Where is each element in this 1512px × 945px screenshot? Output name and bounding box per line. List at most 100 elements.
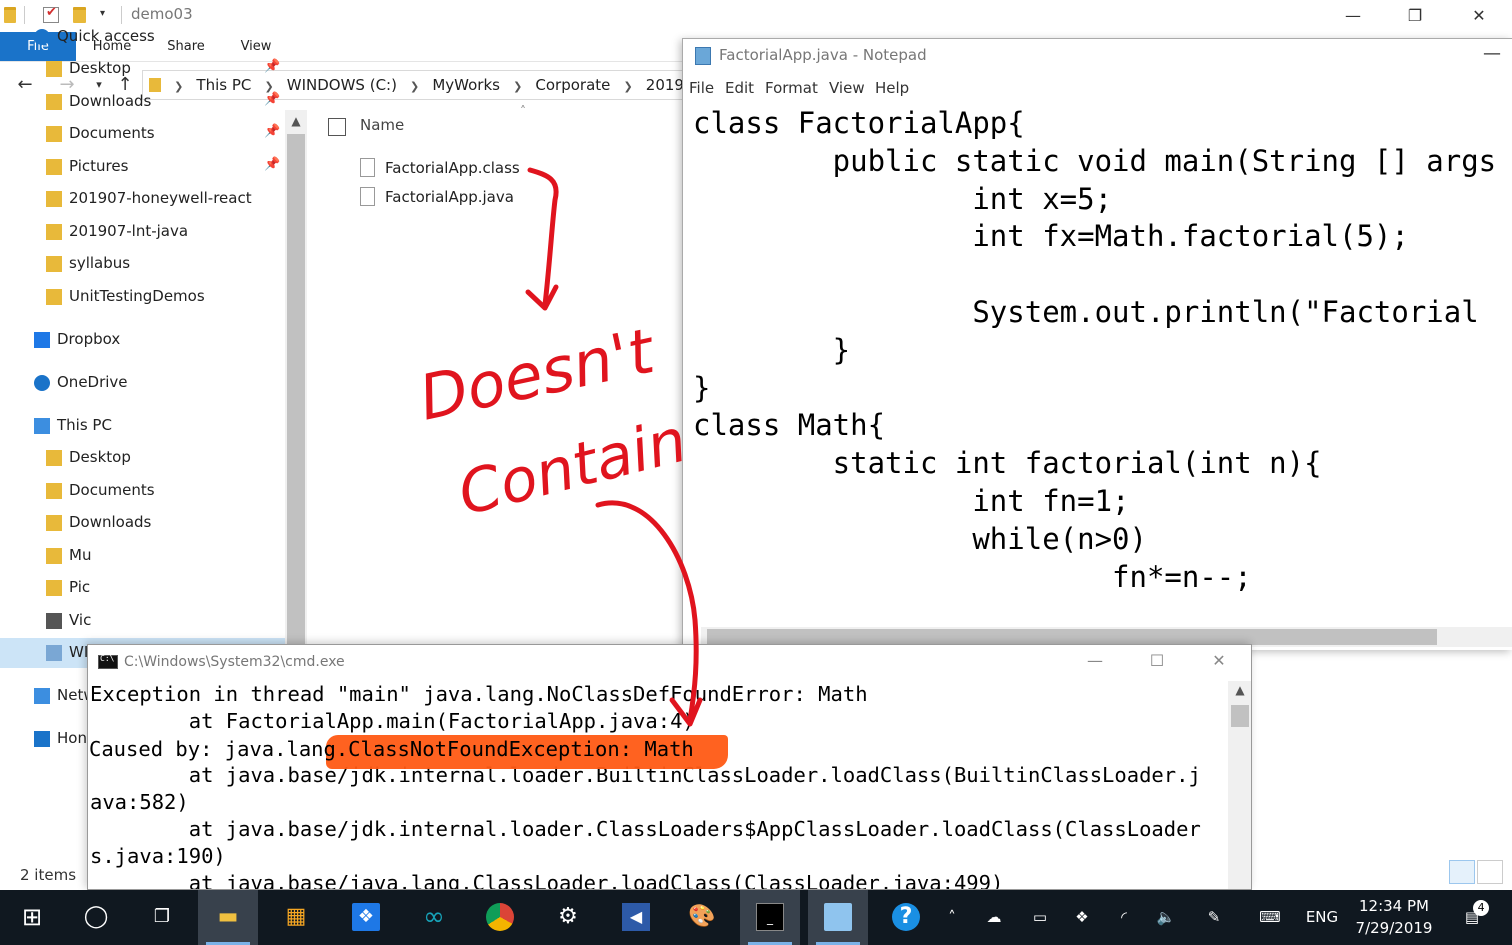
sidebar-item[interactable]: Vic: [0, 606, 285, 636]
breadcrumb-myworks[interactable]: MyWorks: [428, 71, 504, 99]
videos-folder-icon: [46, 613, 62, 629]
pin-icon[interactable]: 📌: [264, 92, 280, 107]
file-explorer-icon[interactable]: ▬: [198, 890, 258, 945]
paint-icon[interactable]: 🎨: [672, 890, 732, 945]
clock-time: 12:34 PM: [1359, 897, 1429, 915]
sidebar-item[interactable]: Documents: [0, 476, 285, 506]
sidebar-item[interactable]: Pictures 📌: [0, 152, 285, 182]
cmd-icon[interactable]: _: [740, 890, 800, 945]
scrollbar-thumb[interactable]: [707, 629, 1437, 645]
arduino-icon[interactable]: ∞: [404, 890, 464, 945]
sidebar-item-label: Quick access: [57, 27, 155, 45]
minimize-button[interactable]: —: [1070, 651, 1120, 675]
sidebar-item[interactable]: UnitTestingDemos: [0, 282, 285, 312]
menu-edit[interactable]: Edit: [725, 79, 754, 97]
wifi-icon[interactable]: ◜: [1110, 890, 1138, 945]
action-center-icon[interactable]: ▤ 4: [1452, 890, 1492, 945]
chevron-right-icon[interactable]: ❯: [619, 73, 636, 99]
notepad-text-area[interactable]: class FactorialApp{ public static void m…: [693, 105, 1512, 625]
minimize-button[interactable]: —: [1330, 2, 1376, 30]
sidebar-item[interactable]: Pic: [0, 573, 285, 603]
visual-studio-icon[interactable]: ◀: [606, 890, 666, 945]
onedrive-error-icon[interactable]: ☁: [980, 890, 1008, 945]
notepad-icon[interactable]: [808, 890, 868, 945]
console-output[interactable]: Exception in thread "main" java.lang.NoC…: [88, 681, 1228, 889]
code-line: int fn=1;: [693, 484, 1130, 518]
code-line: int fx=Math.factorial(5);: [693, 219, 1409, 254]
code-line: while(n>0): [693, 521, 1147, 556]
menu-format[interactable]: Format: [765, 79, 818, 97]
restore-button[interactable]: ❐: [1392, 2, 1438, 30]
sidebar-item-label: syllabus: [69, 254, 131, 272]
help-icon[interactable]: ?: [876, 890, 936, 945]
sidebar-item[interactable]: Desktop: [0, 443, 285, 473]
pen-ink-icon[interactable]: ✎: [1200, 890, 1228, 945]
cmd-title-bar: C:\Windows\System32\cmd.exe — ☐ ✕: [88, 645, 1251, 681]
sidebar-item[interactable]: Dropbox: [0, 325, 285, 355]
code-line: class FactorialApp{: [693, 106, 1025, 140]
dropbox-icon[interactable]: ❖: [336, 890, 396, 945]
scrollbar-thumb[interactable]: [1231, 705, 1249, 727]
battery-icon[interactable]: ▭: [1026, 890, 1054, 945]
chevron-right-icon[interactable]: ❯: [406, 73, 423, 99]
windows-start-icon[interactable]: ⊞: [2, 890, 62, 945]
new-folder-icon[interactable]: [73, 7, 86, 23]
sidebar-item-label: Downloads: [69, 513, 152, 531]
touch-keyboard-icon[interactable]: ⌨: [1252, 890, 1288, 945]
sidebar-item[interactable]: syllabus: [0, 249, 285, 279]
sidebar-item[interactable]: Downloads: [0, 508, 285, 538]
download-folder-icon: [46, 515, 62, 531]
task-view-icon[interactable]: ❐: [132, 890, 192, 945]
vertical-scrollbar[interactable]: ▲: [1228, 681, 1251, 889]
scroll-up-icon[interactable]: ▲: [1228, 683, 1251, 703]
pin-icon[interactable]: 📌: [264, 124, 280, 139]
dropbox-tray-icon[interactable]: ❖: [1068, 890, 1096, 945]
breadcrumb-corporate[interactable]: Corporate: [531, 71, 614, 99]
store-icon[interactable]: ▦: [266, 890, 326, 945]
sidebar-item-label: Hon: [57, 729, 87, 747]
sidebar-item-label: Mu: [69, 546, 92, 564]
sidebar-item[interactable]: Desktop 📌: [0, 54, 285, 84]
close-button[interactable]: ✕: [1194, 651, 1244, 675]
chevron-right-icon[interactable]: ❯: [509, 73, 526, 99]
large-icons-view-icon[interactable]: [1477, 860, 1503, 884]
code-line: }: [693, 332, 851, 367]
cortana-search-icon[interactable]: ◯: [66, 890, 126, 945]
breadcrumb-windows-c[interactable]: WINDOWS (C:): [283, 71, 401, 99]
sidebar-item-label: Pictures: [69, 157, 129, 175]
customize-toolbar-chevron-icon[interactable]: ▾: [100, 8, 105, 19]
menu-help[interactable]: Help: [875, 79, 909, 97]
sidebar-item[interactable]: OneDrive: [0, 368, 285, 398]
details-view-icon[interactable]: [1449, 860, 1475, 884]
desktop-screen: ✔ ▾ demo03 — ❐ ✕ File Home Share View ← …: [0, 0, 1512, 945]
select-all-checkbox[interactable]: [328, 118, 346, 136]
clock[interactable]: 12:34 PM 7/29/2019: [1350, 895, 1438, 939]
sidebar-item-label: Documents: [69, 124, 155, 142]
sidebar-item[interactable]: This PC: [0, 411, 285, 441]
folder-icon: [46, 61, 62, 77]
menu-file[interactable]: File: [689, 79, 714, 97]
sidebar-item[interactable]: 201907-honeywell-react: [0, 184, 285, 214]
minimize-button[interactable]: —: [1483, 43, 1501, 64]
close-button[interactable]: ✕: [1456, 2, 1502, 30]
settings-gear-icon[interactable]: ⚙: [538, 890, 598, 945]
column-header-name[interactable]: Name: [360, 116, 404, 134]
maximize-button[interactable]: ☐: [1132, 651, 1182, 675]
sidebar-item[interactable]: 201907-lnt-java: [0, 217, 285, 247]
sidebar-item[interactable]: Downloads 📌: [0, 87, 285, 117]
console-line: at java.base/jdk.internal.loader.ClassLo…: [90, 817, 1201, 841]
menu-view[interactable]: View: [829, 79, 865, 97]
sidebar-item[interactable]: Documents 📌: [0, 119, 285, 149]
sort-ascending-icon: ˄: [520, 104, 526, 118]
sidebar-item[interactable]: Quick access: [0, 22, 285, 52]
chrome-icon[interactable]: [470, 890, 530, 945]
properties-checkmark-icon[interactable]: ✔: [43, 5, 59, 23]
code-line: class Math{: [693, 408, 886, 443]
language-indicator[interactable]: ENG: [1300, 890, 1344, 945]
scroll-up-icon[interactable]: ▲: [285, 110, 307, 132]
show-hidden-icons-chevron-icon[interactable]: ˄: [940, 890, 964, 945]
volume-icon[interactable]: 🔈: [1152, 890, 1180, 945]
pin-icon[interactable]: 📌: [264, 157, 280, 172]
sidebar-item[interactable]: Mu: [0, 541, 285, 571]
pin-icon[interactable]: 📌: [264, 59, 280, 74]
